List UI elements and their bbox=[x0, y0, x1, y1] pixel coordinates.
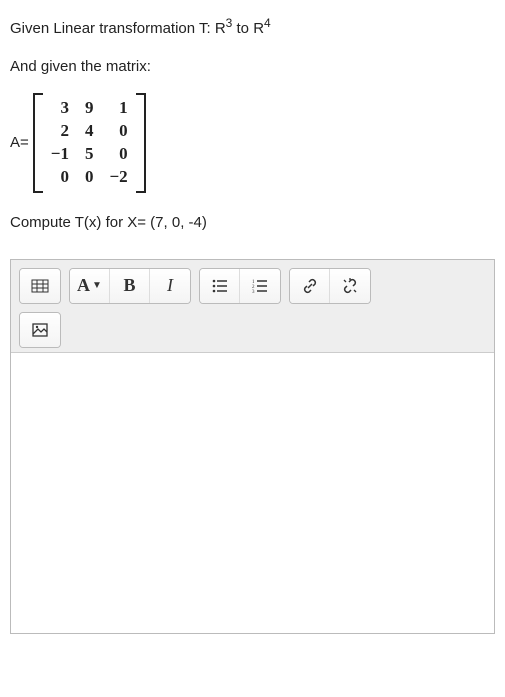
image-button[interactable] bbox=[20, 313, 60, 347]
link-button[interactable] bbox=[290, 269, 330, 303]
q1-prefix: Given Linear transformation T: R bbox=[10, 20, 226, 37]
q1-sup2: 4 bbox=[264, 16, 271, 30]
matrix-cell: −1 bbox=[43, 143, 77, 166]
italic-label: I bbox=[167, 275, 173, 296]
image-icon bbox=[31, 321, 49, 339]
question-line-3: Compute T(x) for X= (7, 0, -4) bbox=[10, 211, 495, 235]
font-color-button[interactable]: A ▼ bbox=[70, 269, 110, 303]
italic-button[interactable]: I bbox=[150, 269, 190, 303]
matrix-bracket: 3 9 1 2 4 0 −1 5 0 0 0 −2 bbox=[33, 93, 146, 193]
chevron-down-icon: ▼ bbox=[92, 280, 102, 291]
question-block: Given Linear transformation T: R3 to R4 … bbox=[10, 14, 495, 235]
matrix-cell: 3 bbox=[43, 97, 77, 120]
link-icon bbox=[301, 277, 319, 295]
matrix-cell: 9 bbox=[77, 97, 102, 120]
unordered-list-button[interactable] bbox=[200, 269, 240, 303]
font-label: A bbox=[77, 275, 90, 296]
matrix-table: 3 9 1 2 4 0 −1 5 0 0 0 −2 bbox=[43, 97, 136, 189]
matrix-row: 2 4 0 bbox=[43, 120, 136, 143]
q1-mid: to R bbox=[232, 20, 264, 37]
editor-textarea[interactable] bbox=[11, 353, 494, 633]
question-line-2: And given the matrix: bbox=[10, 55, 495, 79]
matrix-row: −1 5 0 bbox=[43, 143, 136, 166]
toolbar-row-2 bbox=[19, 312, 486, 348]
matrix-cell: 2 bbox=[43, 120, 77, 143]
matrix-cell: 4 bbox=[77, 120, 102, 143]
svg-text:3: 3 bbox=[252, 290, 255, 295]
tool-group-link bbox=[289, 268, 371, 304]
matrix-cell: 0 bbox=[101, 120, 135, 143]
unordered-list-icon bbox=[211, 277, 229, 295]
unlink-button[interactable] bbox=[330, 269, 370, 303]
matrix-row: 3 9 1 bbox=[43, 97, 136, 120]
unlink-icon bbox=[341, 277, 359, 295]
editor-toolbar: A ▼ B I 1 2 3 bbox=[11, 260, 494, 353]
source-button[interactable] bbox=[20, 269, 60, 303]
tool-group-font: A ▼ B I bbox=[69, 268, 191, 304]
question-line-1: Given Linear transformation T: R3 to R4 bbox=[10, 14, 495, 41]
matrix-cell: −2 bbox=[101, 166, 135, 189]
matrix-row: 0 0 −2 bbox=[43, 166, 136, 189]
tool-group-source bbox=[19, 268, 61, 304]
ordered-list-icon: 1 2 3 bbox=[251, 277, 269, 295]
matrix-cell: 0 bbox=[43, 166, 77, 189]
matrix-block: A= 3 9 1 2 4 0 −1 5 0 0 bbox=[10, 93, 495, 193]
matrix-cell: 0 bbox=[77, 166, 102, 189]
matrix-label: A= bbox=[10, 131, 29, 155]
rich-text-editor: A ▼ B I 1 2 3 bbox=[10, 259, 495, 634]
source-grid-icon bbox=[31, 277, 49, 295]
bold-button[interactable]: B bbox=[110, 269, 150, 303]
matrix-cell: 5 bbox=[77, 143, 102, 166]
ordered-list-button[interactable]: 1 2 3 bbox=[240, 269, 280, 303]
tool-group-lists: 1 2 3 bbox=[199, 268, 281, 304]
tool-group-image bbox=[19, 312, 61, 348]
matrix-cell: 1 bbox=[101, 97, 135, 120]
matrix-cell: 0 bbox=[101, 143, 135, 166]
bold-label: B bbox=[123, 275, 135, 296]
